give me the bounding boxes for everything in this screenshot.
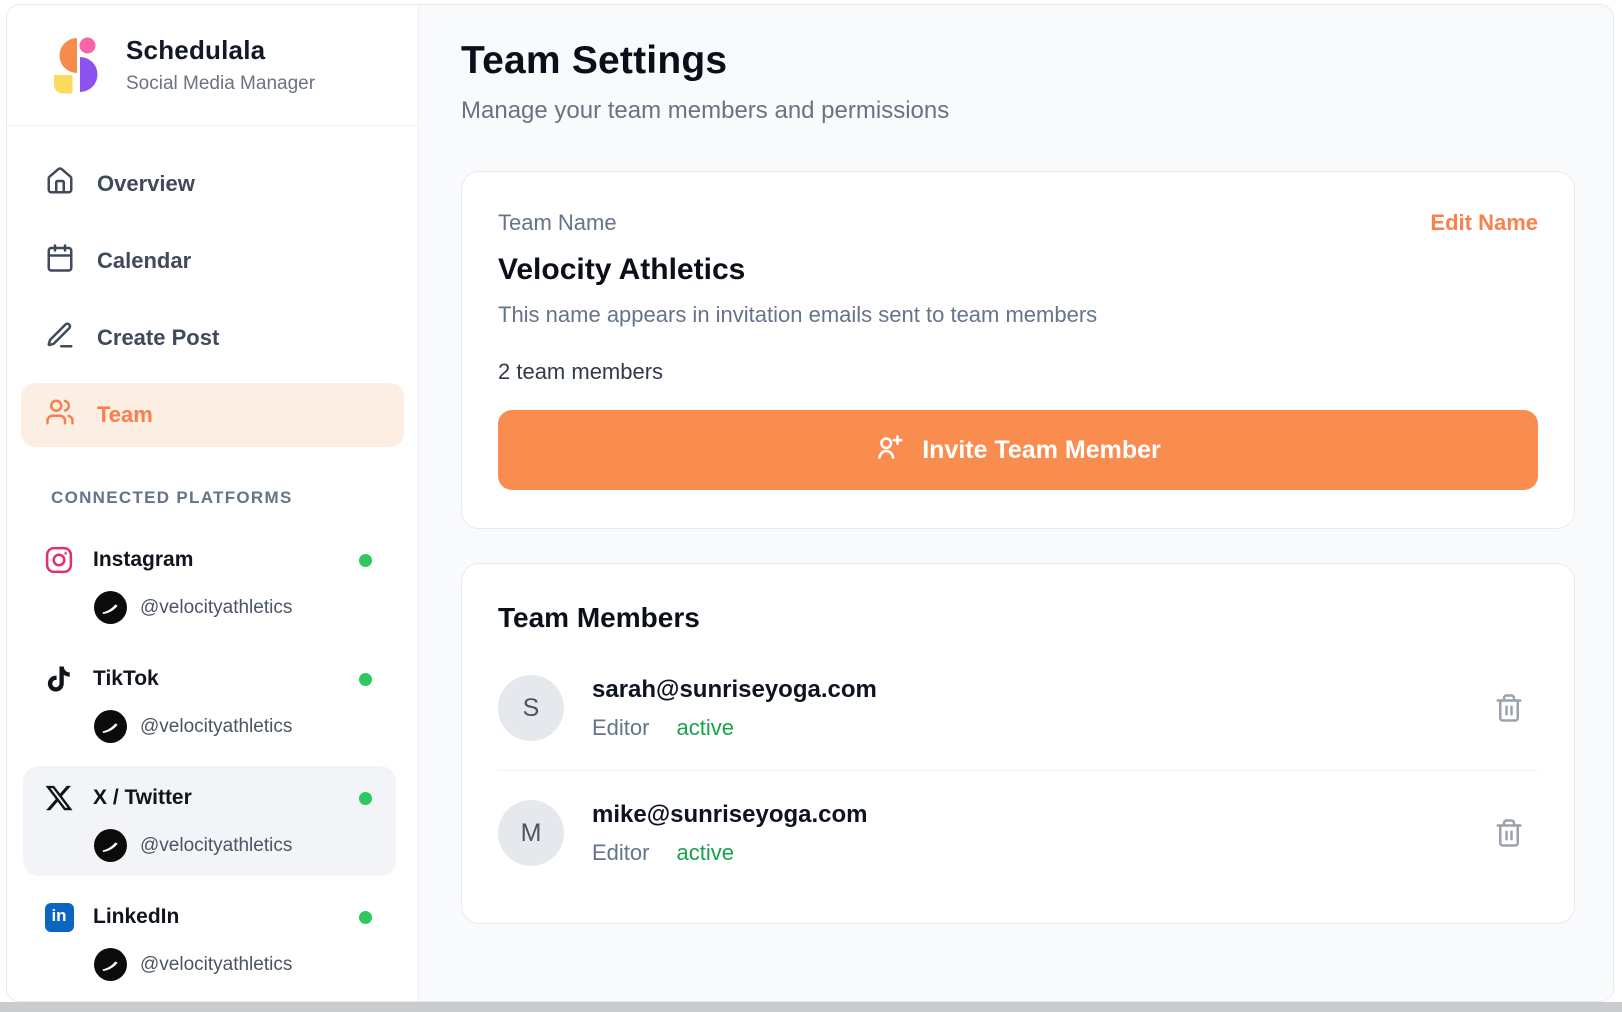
platform-row: Instagram [44,540,386,580]
sidebar-item-label: Overview [97,171,195,197]
user-plus-icon [875,432,905,469]
remove-member-button[interactable] [1488,687,1530,729]
platform-name: X / Twitter [93,786,359,810]
account-avatar [94,591,127,624]
account-handle: @velocityathletics [140,835,292,857]
platform-account: @velocityathletics [94,710,386,743]
account-handle: @velocityathletics [140,954,292,976]
trash-icon [1494,818,1524,848]
connected-status-dot [359,554,372,567]
team-member-count: 2 team members [498,359,1538,385]
team-name-value: Velocity Athletics [498,253,1538,287]
platform-item-tiktok[interactable]: TikTok @velocityathletics [23,647,396,757]
member-info: sarah@sunriseyoga.com Editor active [592,676,1488,741]
edit-name-link[interactable]: Edit Name [1430,210,1538,236]
main-content: Team Settings Manage your team members a… [419,5,1613,1001]
connected-platforms-heading: CONNECTED PLATFORMS [51,488,418,508]
team-members-card: Team Members S sarah@sunriseyoga.com Edi… [461,563,1575,924]
member-email: mike@sunriseyoga.com [592,801,1488,829]
member-meta: Editor active [592,715,1488,741]
users-icon [45,397,75,433]
team-name-description: This name appears in invitation emails s… [498,302,1538,328]
team-name-label-row: Team Name Edit Name [498,210,1538,236]
brand-header: Schedulala Social Media Manager [7,5,418,126]
platform-account: @velocityathletics [94,591,386,624]
member-avatar: M [498,800,564,866]
tiktok-icon [44,664,74,694]
member-status: active [676,715,733,741]
member-avatar: S [498,675,564,741]
app-tagline: Social Media Manager [126,73,315,95]
member-row: S sarah@sunriseyoga.com Editor active [498,646,1538,770]
connected-status-dot [359,911,372,924]
account-handle: @velocityathletics [140,716,292,738]
member-row: M mike@sunriseyoga.com Editor active [498,770,1538,895]
member-meta: Editor active [592,840,1488,866]
platform-item-linkedin[interactable]: in LinkedIn @velocityathletics [23,885,396,995]
platform-name: LinkedIn [93,905,359,929]
schedulala-logo-icon [44,33,108,97]
account-avatar [94,710,127,743]
sidebar-item-calendar[interactable]: Calendar [21,229,404,293]
page-title: Team Settings [461,39,1575,83]
platform-name: Instagram [93,548,359,572]
account-avatar [94,829,127,862]
sidebar-item-team[interactable]: Team [21,383,404,447]
connected-status-dot [359,673,372,686]
trash-icon [1494,693,1524,723]
platform-account: @velocityathletics [94,829,386,862]
calendar-icon [45,243,75,279]
platform-item-instagram[interactable]: Instagram @velocityathletics [23,528,396,638]
sidebar-item-label: Team [97,402,153,428]
member-info: mike@sunriseyoga.com Editor active [592,801,1488,866]
primary-nav: Overview Calendar Create Post Team [7,126,418,464]
instagram-icon [44,545,74,575]
member-status: active [676,840,733,866]
app-window: Schedulala Social Media Manager Overview… [6,4,1614,1002]
platform-row: TikTok [44,659,386,699]
app-title: Schedulala [126,35,315,66]
remove-member-button[interactable] [1488,812,1530,854]
team-members-heading: Team Members [498,602,1538,634]
sidebar-item-label: Create Post [97,325,219,351]
platform-item-x-twitter[interactable]: X / Twitter @velocityathletics [23,766,396,876]
invite-button-label: Invite Team Member [922,436,1161,465]
x-twitter-icon [44,783,74,813]
platform-row: in LinkedIn [44,897,386,937]
linkedin-glyph: in [45,903,74,932]
horizontal-scrollbar[interactable] [0,1002,1622,1012]
member-email: sarah@sunriseyoga.com [592,676,1488,704]
account-handle: @velocityathletics [140,597,292,619]
member-role: Editor [592,840,649,866]
platform-name: TikTok [93,667,359,691]
platform-account: @velocityathletics [94,948,386,981]
brand-text: Schedulala Social Media Manager [126,35,315,95]
sidebar-item-overview[interactable]: Overview [21,152,404,216]
page-subtitle: Manage your team members and permissions [461,97,1575,125]
team-name-card: Team Name Edit Name Velocity Athletics T… [461,171,1575,529]
platform-row: X / Twitter [44,778,386,818]
sidebar-item-label: Calendar [97,248,191,274]
account-avatar [94,948,127,981]
team-name-label: Team Name [498,210,617,236]
sidebar-item-create-post[interactable]: Create Post [21,306,404,370]
linkedin-icon: in [44,902,74,932]
member-role: Editor [592,715,649,741]
sidebar: Schedulala Social Media Manager Overview… [7,5,419,1001]
connected-status-dot [359,792,372,805]
invite-team-member-button[interactable]: Invite Team Member [498,410,1538,490]
pencil-icon [45,320,75,356]
home-icon [45,166,75,202]
